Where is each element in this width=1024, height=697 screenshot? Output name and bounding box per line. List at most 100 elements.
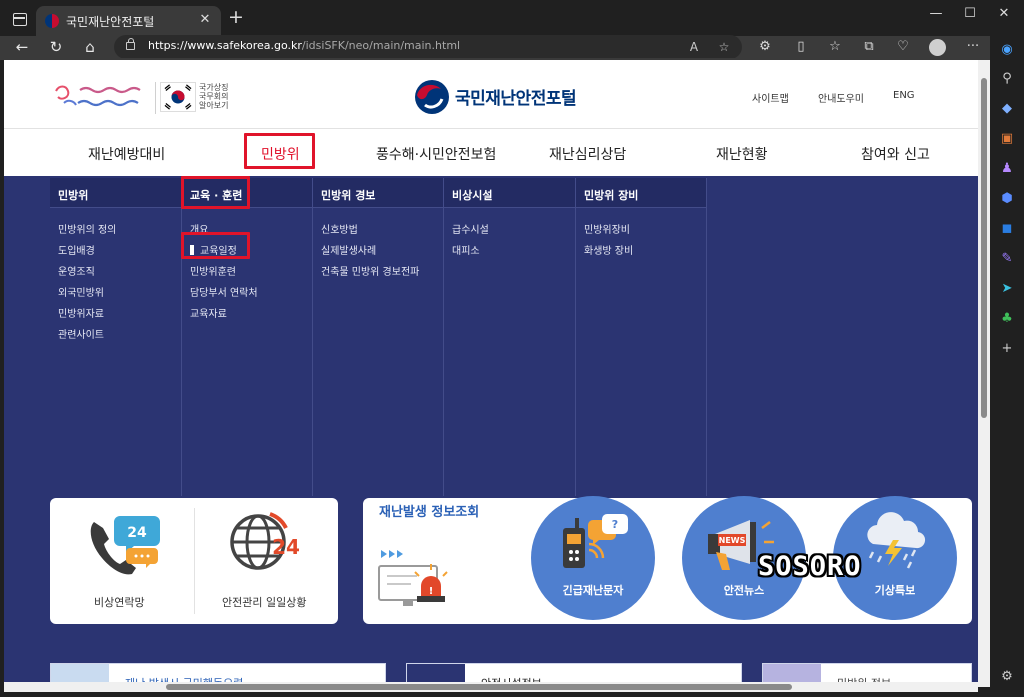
extensions-icon[interactable]: ⚙ [754,36,776,58]
mega-col-title[interactable]: 민방위 경보 [321,187,375,203]
menu-link[interactable]: 교육자료 [190,305,258,326]
guide-link[interactable]: 안내도우미 [818,90,864,105]
globe-24-icon[interactable]: 24 [226,510,310,576]
storm-cloud-icon [867,512,926,569]
gnb-disaster-prevention[interactable]: 재난예방대비 [88,144,165,164]
site-favicon-icon [45,14,59,28]
mega-col-emergency-facilities: 비상시설 급수시설 대피소 [443,178,575,496]
portal-title[interactable]: 국민재난안전포털 [455,84,577,109]
outlook-icon[interactable]: ◼ [997,220,1017,238]
education-schedule-highlight [181,232,250,259]
menu-link[interactable]: 외국민방위 [58,284,116,305]
english-link[interactable]: ENG [893,90,915,101]
emergency-phone-icon[interactable]: 24 [86,510,162,576]
menu-link[interactable]: 도입배경 [58,242,116,263]
disaster-info-title[interactable]: 재난발생 정보조회 [379,501,479,520]
svg-text:?: ? [612,518,618,531]
menu-link[interactable]: 민방위의 정의 [58,221,116,242]
designer-icon[interactable]: ✎ [997,250,1017,268]
people-icon[interactable]: ♟ [997,160,1017,178]
sitemap-link[interactable]: 사이트맵 [752,90,789,105]
emergency-text-button[interactable]: ? 긴급재난문자 [531,496,655,620]
menu-link[interactable]: 신호방법 [321,221,419,242]
edge-sidebar: ◉ ⚲ ◆ ▣ ♟ ⬢ ◼ ✎ ➤ ♣ + ⚙ [990,36,1024,697]
svg-text:!: ! [429,586,434,597]
mega-col-divider [706,178,837,496]
add-sidebar-app-icon[interactable]: + [997,340,1017,358]
gnb-insurance[interactable]: 풍수해·시민안전보험 [376,144,496,164]
daily-safety-status-label[interactable]: 안전관리 일일상황 [222,594,306,610]
browser-tab[interactable]: 국민재난안전포털 ✕ [36,6,221,36]
gnb-disaster-status[interactable]: 재난현황 [716,144,768,164]
close-tab-icon[interactable]: ✕ [197,12,213,28]
collections-icon[interactable]: ⧉ [858,36,880,58]
back-icon[interactable]: ← [11,36,33,58]
menu-link[interactable]: 급수시설 [452,221,489,242]
home-icon[interactable]: ⌂ [79,36,101,58]
search-icon[interactable]: ⚲ [997,70,1017,88]
flag-label[interactable]: 국가상징 국무회의 알아보기 [199,83,235,110]
read-aloud-icon[interactable]: A [684,37,704,57]
tag-icon[interactable]: ◆ [997,100,1017,118]
address-bar-row: ← ↻ ⌂ https://www.safekorea.go.kr/idsiSF… [0,35,1024,59]
vertical-scrollbar-thumb[interactable] [981,78,987,418]
safety-news-label: 안전뉴스 [723,584,765,597]
globe-icon-number: 24 [272,535,300,559]
horizontal-scrollbar-thumb[interactable] [166,684,792,690]
menu-link[interactable]: 민방위자료 [58,305,116,326]
mega-col-equipment: 민방위 장비 민방위장비 화생방 장비 [575,178,707,496]
mega-col-header: 비상시설 [444,178,575,208]
favorites-icon[interactable]: ☆ [824,36,846,58]
mega-col-title[interactable]: 비상시설 [452,187,492,203]
walkie-talkie-icon: ? [563,514,628,568]
menu-link[interactable]: 민방위훈련 [190,263,258,284]
gnb-counseling[interactable]: 재난심리상담 [549,144,626,164]
tab-actions-icon[interactable] [8,8,30,30]
monitor-alarm-icon: ! [378,550,448,606]
more-menu-icon[interactable]: ··· [962,36,984,58]
horizontal-scrollbar[interactable] [4,682,978,692]
refresh-icon[interactable]: ↻ [45,36,67,58]
mega-col-header: 민방위 [50,178,181,208]
education-training-highlight [181,176,250,209]
menu-link[interactable]: 실제발생사례 [321,242,419,263]
header-divider [155,82,156,114]
gnb-participation[interactable]: 참여와 신고 [861,144,930,164]
copilot-icon[interactable]: ◉ [997,41,1017,59]
mega-col-title[interactable]: 민방위 [58,187,88,203]
menu-link[interactable]: 화생방 장비 [584,242,633,263]
taegeukgi-flag-icon[interactable] [160,82,196,112]
emergency-contact-label[interactable]: 비상연락망 [94,594,145,610]
browser-essentials-icon[interactable]: ♡ [892,36,914,58]
toolbox-icon[interactable]: ▣ [997,130,1017,148]
split-screen-icon[interactable]: ▯ [790,36,812,58]
menu-link[interactable]: 운영조직 [58,263,116,284]
menu-link[interactable]: 대피소 [452,242,489,263]
url-input[interactable]: https://www.safekorea.go.kr/idsiSFK/neo/… [114,35,742,59]
lock-icon[interactable] [126,38,135,50]
menu-link[interactable]: 민방위장비 [584,221,633,242]
favorite-star-icon[interactable]: ☆ [714,37,734,57]
watermark-text: SOSORO [758,551,862,582]
menu-link[interactable]: 담당부서 연락처 [190,284,258,305]
maximize-icon[interactable]: ☐ [956,4,984,24]
government-emblem-icon[interactable] [414,79,450,115]
vertical-scrollbar[interactable] [978,60,990,687]
send-icon[interactable]: ➤ [997,280,1017,298]
office-icon[interactable]: ⬢ [997,190,1017,208]
close-window-icon[interactable]: ✕ [990,4,1018,24]
sidebar-settings-icon[interactable]: ⚙ [997,668,1017,686]
menu-link[interactable]: 건축물 민방위 경보전파 [321,263,419,284]
url-path: /idsiSFK/neo/main/main.html [301,39,461,52]
mega-col-alerts: 민방위 경보 신호방법 실제발생사례 건축물 민방위 경보전파 [312,178,444,496]
card-divider [194,508,195,614]
mega-col-title[interactable]: 민방위 장비 [584,187,638,203]
tree-icon[interactable]: ♣ [997,310,1017,328]
weather-warning-label: 기상특보 [874,584,916,597]
profile-avatar[interactable] [929,39,946,56]
new-tab-icon[interactable]: + [226,8,246,28]
emergency-text-label: 긴급재난문자 [562,584,624,597]
menu-link[interactable]: 관련사이트 [58,326,116,347]
disaster-info-card: 재난발생 정보조회 ! ? 긴급재난문자 NEWS 안전뉴스 기상특보 [363,496,972,624]
minimize-icon[interactable]: — [922,4,950,24]
